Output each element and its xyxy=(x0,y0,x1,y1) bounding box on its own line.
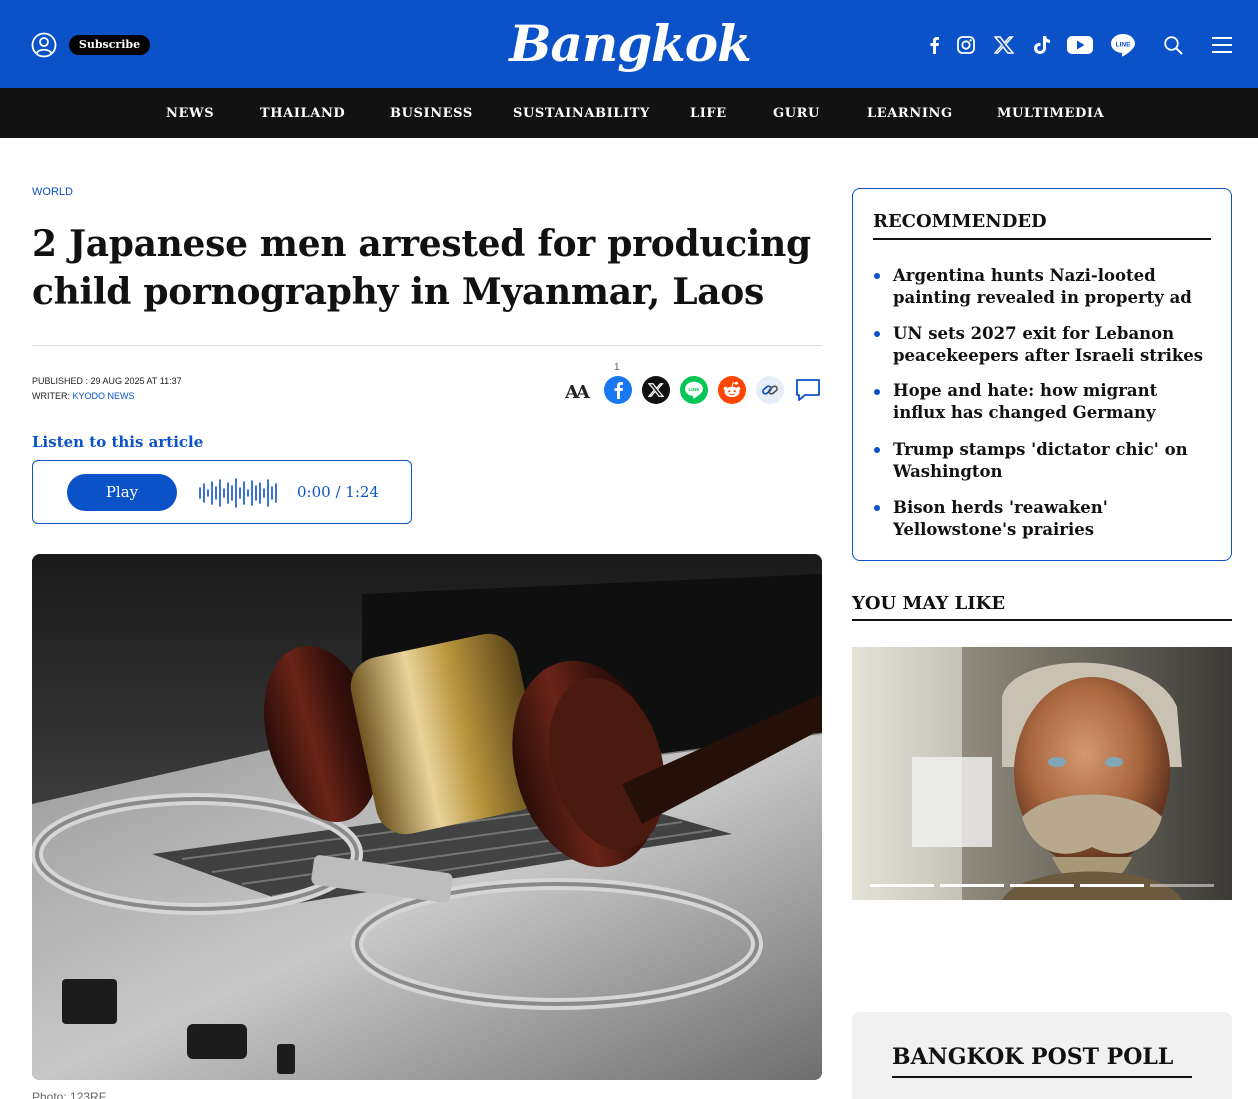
recommended-item[interactable]: UN sets 2027 exit for Lebanon peacekeepe… xyxy=(893,323,1215,367)
top-header: Subscribe Bangkok Post LINE xyxy=(0,0,1258,145)
user-icon[interactable] xyxy=(31,32,57,58)
tiktok-icon[interactable] xyxy=(1030,33,1054,57)
nav-guru[interactable]: GURU xyxy=(773,88,820,138)
font-size-button[interactable]: AA xyxy=(564,378,595,403)
hero-image xyxy=(32,554,822,1080)
youtube-icon[interactable] xyxy=(1067,33,1093,57)
bullet-icon xyxy=(874,389,880,395)
you-may-like-image[interactable] xyxy=(852,647,1232,900)
carousel-dot[interactable] xyxy=(1080,884,1144,887)
bullet-icon xyxy=(874,273,880,279)
instagram-icon[interactable] xyxy=(954,33,978,57)
svg-text:LINE: LINE xyxy=(688,387,700,393)
nav-life[interactable]: LIFE xyxy=(690,88,727,138)
article-category[interactable]: WORLD xyxy=(32,186,73,198)
audio-time: 0:00 / 1:24 xyxy=(297,483,379,501)
listen-label: Listen to this article xyxy=(32,433,204,451)
carousel-dot[interactable] xyxy=(870,884,934,887)
search-icon[interactable] xyxy=(1161,33,1185,57)
poll-box: BANGKOK POST POLL xyxy=(852,1012,1232,1099)
nav-thailand[interactable]: THAILAND xyxy=(260,88,345,138)
carousel-dot[interactable] xyxy=(1010,884,1074,887)
bullet-icon xyxy=(874,447,880,453)
recommended-item[interactable]: Argentina hunts Nazi-looted painting rev… xyxy=(893,265,1215,309)
waveform-icon xyxy=(199,478,277,508)
nav-multimedia[interactable]: MULTIMEDIA xyxy=(997,88,1104,138)
bullet-icon xyxy=(874,331,880,337)
svg-text:LINE: LINE xyxy=(1116,42,1131,49)
recommended-item[interactable]: Trump stamps 'dictator chic' on Washingt… xyxy=(893,439,1215,483)
recommended-title: RECOMMENDED xyxy=(873,211,1047,232)
nav-sustainability[interactable]: SUSTAINABILITY xyxy=(513,88,650,138)
nav-news[interactable]: NEWS xyxy=(166,88,214,138)
you-may-like-title: YOU MAY LIKE xyxy=(852,593,1006,614)
headline-divider xyxy=(32,345,822,346)
nav-learning[interactable]: LEARNING xyxy=(867,88,953,138)
writer-link[interactable]: KYODO NEWS xyxy=(73,391,135,401)
share-reddit-icon[interactable] xyxy=(718,376,746,404)
copy-link-icon[interactable] xyxy=(756,376,784,404)
recommended-box: RECOMMENDED Argentina hunts Nazi-looted … xyxy=(852,188,1232,561)
poll-title: BANGKOK POST POLL xyxy=(892,1044,1174,1070)
photo-credit: Photo: 123RF xyxy=(32,1090,107,1099)
writer-label: WRITER: xyxy=(32,391,73,401)
audio-player: Play 0:00 / 1:24 xyxy=(32,460,412,524)
comment-icon[interactable] xyxy=(794,376,822,404)
article-headline: 2 Japanese men arrested for producing ch… xyxy=(32,223,811,313)
published-date: PUBLISHED : 29 AUG 2025 AT 11:37 xyxy=(32,376,182,386)
nav-business[interactable]: BUSINESS xyxy=(390,88,473,138)
carousel-dot[interactable] xyxy=(940,884,1004,887)
writer-line: WRITER: KYODO NEWS xyxy=(32,391,135,401)
play-button[interactable]: Play xyxy=(67,474,177,511)
share-facebook-icon[interactable] xyxy=(604,376,632,404)
facebook-icon[interactable] xyxy=(922,33,946,57)
subscribe-button[interactable]: Subscribe xyxy=(69,35,150,55)
line-icon[interactable]: LINE xyxy=(1110,33,1136,57)
share-line-icon[interactable]: LINE xyxy=(680,376,708,404)
bullet-icon xyxy=(874,505,880,511)
site-logo[interactable]: Bangkok Post xyxy=(470,8,790,145)
carousel-dot[interactable] xyxy=(1150,884,1214,887)
x-icon[interactable] xyxy=(992,33,1016,57)
main-nav: NEWS THAILAND BUSINESS SUSTAINABILITY LI… xyxy=(0,88,1258,138)
portrait-illustration xyxy=(852,647,1232,900)
recommended-item[interactable]: Hope and hate: how migrant influx has ch… xyxy=(893,380,1215,424)
share-count: 1 xyxy=(614,362,620,373)
you-may-like-rule xyxy=(852,619,1232,621)
recommended-item[interactable]: Bison herds 'reawaken' Yellowstone's pra… xyxy=(893,497,1215,541)
menu-icon[interactable] xyxy=(1210,33,1234,57)
poll-rule xyxy=(892,1076,1192,1078)
recommended-rule xyxy=(873,238,1211,240)
gavel-handcuffs-illustration xyxy=(32,554,822,1080)
share-x-icon[interactable] xyxy=(642,376,670,404)
font-size-label: AA xyxy=(565,382,591,402)
